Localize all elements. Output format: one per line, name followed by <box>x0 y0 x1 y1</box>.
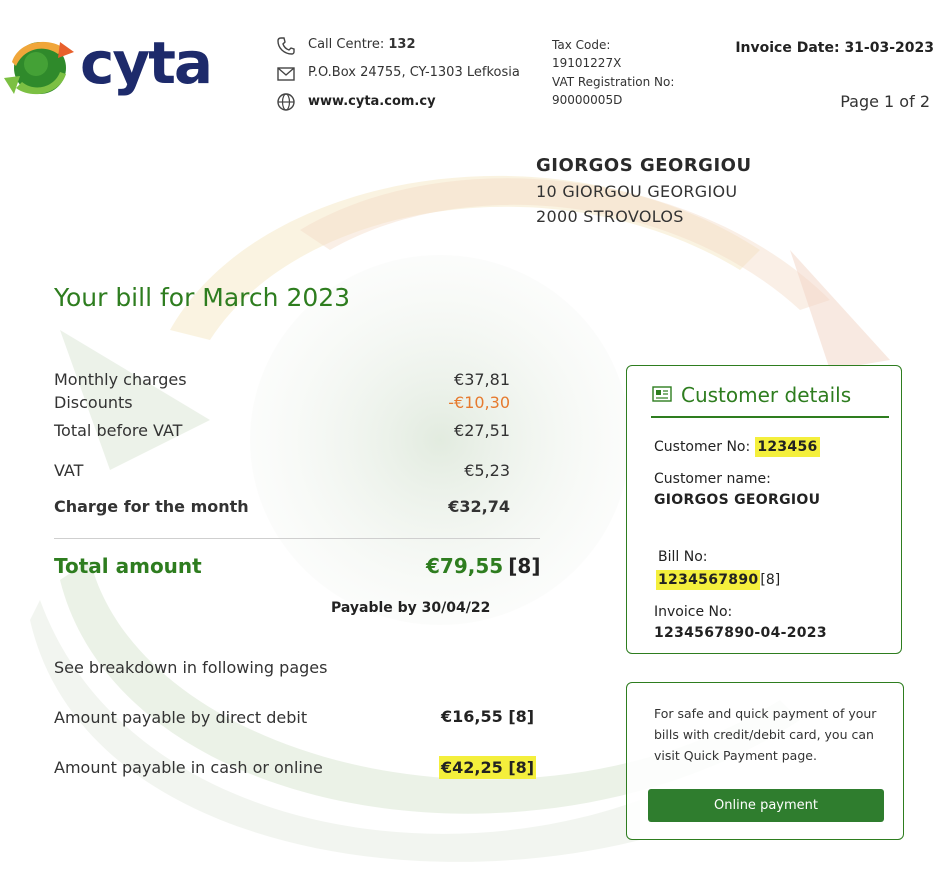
call-centre-number: 132 <box>388 37 416 52</box>
invoice-no-label: Invoice No: <box>654 604 733 620</box>
id-card-icon <box>652 386 672 402</box>
call-centre: Call Centre: 132 <box>308 36 416 54</box>
customer-no: Customer No: 123456 <box>654 436 820 457</box>
bill-no-ref: [8] <box>760 572 781 588</box>
direct-debit-label: Amount payable by direct debit <box>54 708 308 727</box>
online-payment-button[interactable]: Online payment <box>648 789 884 822</box>
cyta-globe-icon <box>4 41 74 95</box>
recipient-name: GIORGOS GEORGIOU <box>536 155 752 176</box>
monthly-charges-value: €37,81 <box>454 370 510 389</box>
charge-for-month-label: Charge for the month <box>54 497 249 516</box>
payment-info-line1: For safe and quick payment of your <box>654 706 877 721</box>
invoice-page: cyta Call Centre: 132 P.O.Box 24755, CY-… <box>0 0 952 894</box>
direct-debit-value: €16,55 [8] <box>441 707 535 726</box>
globe-icon <box>277 93 295 111</box>
po-box: P.O.Box 24755, CY-1303 Lefkosia <box>308 65 520 80</box>
total-before-vat-value: €27,51 <box>454 421 510 440</box>
phone-icon <box>277 37 295 55</box>
totals-divider <box>54 538 540 539</box>
customer-no-value: 123456 <box>755 437 820 457</box>
cash-online-value: €42,25 [8] <box>439 756 537 779</box>
payment-info-line3: visit Quick Payment page. <box>654 748 817 763</box>
monthly-charges-label: Monthly charges <box>54 370 187 389</box>
vat-label: VAT <box>54 461 84 480</box>
payment-info-line2: bills with credit/debit card, you can <box>654 727 874 742</box>
invoice-date: Invoice Date: 31-03-2023 <box>735 40 934 56</box>
discounts-label: Discounts <box>54 393 133 412</box>
total-amount-label: Total amount <box>54 554 202 578</box>
cash-online-label: Amount payable in cash or online <box>54 758 323 777</box>
recipient-address-line2: 2000 STROVOLOS <box>536 207 684 226</box>
bill-title: Your bill for March 2023 <box>54 283 351 312</box>
vat-reg: 90000005D <box>552 93 623 107</box>
total-amount-value: €79,55 <box>426 554 504 578</box>
cyta-logo-text: cyta <box>80 29 213 97</box>
vat-value: €5,23 <box>464 461 510 480</box>
customer-details-box: Customer details Customer No: 123456 Cus… <box>626 365 902 654</box>
discounts-value: -€10,30 <box>448 393 510 412</box>
customer-name-label: Customer name: <box>654 471 771 487</box>
charge-for-month-value: €32,74 <box>448 497 510 516</box>
bill-no: 1234567890 [8] <box>656 569 781 590</box>
page-number: Page 1 of 2 <box>840 92 930 111</box>
invoice-no-value: 1234567890-04-2023 <box>654 625 827 641</box>
total-amount: €79,55 [8] <box>426 554 540 578</box>
tax-code: 19101227X <box>552 56 622 70</box>
customer-no-label: Customer No: <box>654 439 751 455</box>
payable-by: Payable by 30/04/22 <box>331 600 491 616</box>
total-amount-ref: [8] <box>508 554 541 578</box>
customer-details-title: Customer details <box>681 383 852 407</box>
mail-icon <box>277 67 295 81</box>
customer-details-rule <box>651 416 889 418</box>
recipient-address-line1: 10 GIORGOU GEORGIOU <box>536 182 738 201</box>
online-payment-box: For safe and quick payment of your bills… <box>626 682 904 840</box>
breakdown-note: See breakdown in following pages <box>54 658 328 677</box>
total-before-vat-label: Total before VAT <box>54 421 183 440</box>
bill-no-value: 1234567890 <box>656 570 761 590</box>
call-centre-label: Call Centre: <box>308 37 385 52</box>
website-link[interactable]: www.cyta.com.cy <box>308 93 436 111</box>
customer-name-value: GIORGOS GEORGIOU <box>654 492 821 508</box>
bill-no-label: Bill No: <box>658 549 708 565</box>
tax-code-label: Tax Code: <box>552 38 611 52</box>
vat-reg-label: VAT Registration No: <box>552 75 675 89</box>
